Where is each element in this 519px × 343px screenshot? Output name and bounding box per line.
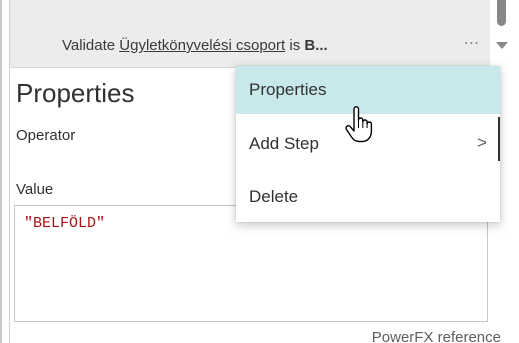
menu-item-delete[interactable]: Delete (236, 173, 500, 221)
step-title-prefix: Validate (62, 37, 120, 54)
scrollbar-thumb[interactable] (497, 0, 506, 26)
validation-editor: Validate Ügyletkönyvelési csoport is B..… (0, 0, 519, 343)
step-title-link[interactable]: Ügyletkönyvelési csoport (119, 37, 285, 54)
left-border (0, 0, 2, 343)
context-menu: Properties Add Step > Delete (236, 66, 500, 222)
step-title-value: B... (304, 37, 328, 54)
more-icon[interactable]: ⋯ (452, 30, 492, 60)
value-editor[interactable]: "BELFÖLD" (14, 205, 488, 322)
validate-step-card[interactable]: Validate Ügyletkönyvelési csoport is B..… (10, 0, 490, 68)
value-code: "BELFÖLD" (24, 215, 106, 232)
operator-label: Operator (16, 127, 76, 144)
step-title-middle: is (285, 37, 305, 54)
submenu-indicator-edge (498, 117, 500, 161)
scroll-down-icon[interactable] (496, 42, 508, 49)
value-label: Value (16, 181, 54, 198)
chevron-right-icon: > (477, 133, 487, 152)
powerfx-reference-link[interactable]: PowerFX reference (372, 329, 501, 343)
menu-item-label: Properties (249, 80, 327, 99)
menu-item-label: Delete (249, 187, 299, 206)
menu-item-label: Add Step (249, 134, 319, 153)
step-title: Validate Ügyletkönyvelési csoport is B..… (62, 37, 328, 54)
hand-pointer-icon (345, 106, 373, 143)
panel-heading: Properties (16, 78, 135, 108)
